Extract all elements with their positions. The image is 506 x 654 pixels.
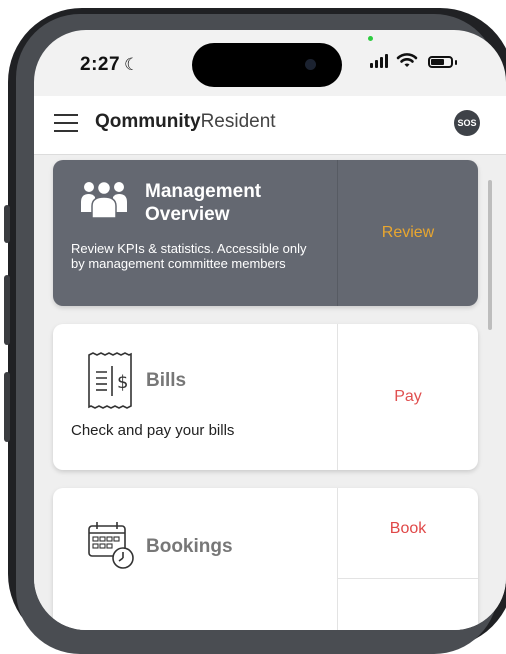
app-brand: QommunityResident [95, 111, 276, 133]
card-title-line2: Overview [145, 204, 230, 225]
management-overview-card[interactable]: Management Overview Review KPIs & statis… [53, 160, 478, 306]
app-header: QommunityResident SOS [34, 96, 506, 155]
pay-label: Pay [394, 388, 422, 405]
battery-nub [455, 60, 457, 65]
card-body: Management Overview Review KPIs & statis… [53, 160, 337, 306]
svg-text:$: $ [117, 372, 128, 393]
book-button[interactable]: Book [337, 488, 478, 630]
status-time-text: 2:27 [80, 54, 121, 75]
receipt-dollar-icon: $ [88, 352, 132, 409]
camera-indicator-dot [368, 36, 373, 41]
card-description: Review KPIs & statistics. Accessible onl… [71, 241, 307, 271]
side-button [4, 372, 10, 442]
sos-button[interactable]: SOS [454, 110, 480, 136]
dynamic-island [192, 43, 342, 87]
action-divider [337, 578, 478, 579]
card-body: $ Bills Check and pay your bills [53, 324, 337, 470]
bills-card[interactable]: $ Bills Check and pay your bills Pay [53, 324, 478, 470]
side-button [4, 205, 10, 243]
card-title-line1: Management [145, 181, 262, 202]
bookings-card[interactable]: Bookings Book [53, 488, 478, 630]
review-button[interactable]: Review [337, 160, 478, 306]
brand-regular: Resident [200, 111, 276, 132]
group-people-icon [81, 180, 127, 218]
phone-screen: 2:27 ☾ QommunityResident SOS Management … [34, 30, 506, 630]
sos-label: SOS [457, 118, 477, 128]
front-camera [305, 59, 316, 70]
moon-icon: ☾ [124, 55, 140, 74]
scrollbar[interactable] [488, 180, 492, 330]
card-body: Bookings [53, 488, 337, 630]
calendar-clock-icon [88, 522, 134, 569]
book-label: Book [389, 520, 427, 537]
status-time: 2:27 ☾ [80, 54, 140, 76]
card-title: Bookings [146, 536, 233, 557]
battery-icon [428, 56, 453, 68]
card-title: Management Overview [145, 180, 261, 226]
review-label: Review [381, 224, 435, 241]
card-title: Bills [146, 370, 187, 391]
signal-icon [370, 54, 388, 68]
wifi-icon [396, 53, 418, 67]
menu-icon[interactable] [54, 114, 78, 132]
side-button [4, 275, 10, 345]
card-description: Check and pay your bills [71, 422, 235, 439]
brand-bold: Qommunity [95, 111, 201, 132]
pay-button[interactable]: Pay [337, 324, 478, 470]
